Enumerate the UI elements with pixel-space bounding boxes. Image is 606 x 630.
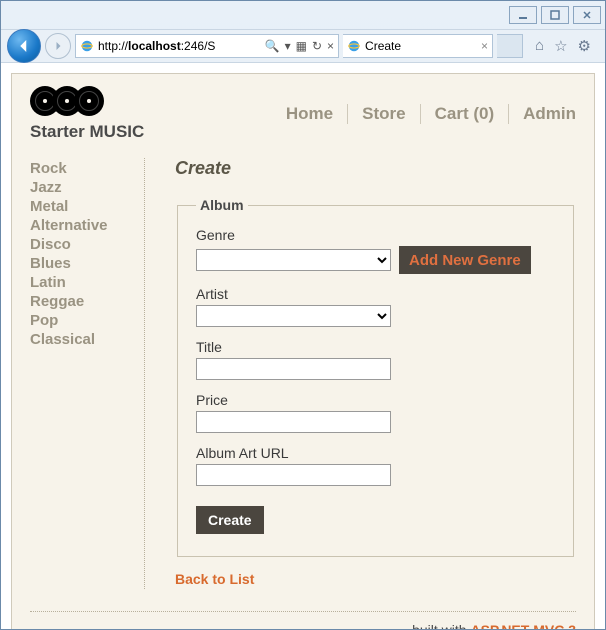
genre-link[interactable]: Metal [30,198,144,215]
window-minimize-button[interactable] [509,6,537,24]
compat-icon[interactable]: ▦ [296,39,307,53]
url-rest: :246/S [181,39,216,53]
genre-link[interactable]: Reggae [30,293,144,310]
home-icon[interactable]: ⌂ [535,37,544,55]
browser-window: http://localhost:246/S 🔍 ▾ ▦ ↻ × Create … [0,0,606,630]
genre-link[interactable]: Latin [30,274,144,291]
ie-icon [347,39,361,53]
search-icon[interactable]: 🔍 [265,39,280,53]
logo-block: Starter MUSIC [30,86,144,142]
browser-tab[interactable]: Create × [343,34,493,58]
footer-link[interactable]: ASP.NET MVC 3 [470,622,576,629]
field-title: Title [196,339,555,380]
art-url-input[interactable] [196,464,391,486]
nav-back-button[interactable] [7,29,41,63]
address-bar-icons: 🔍 ▾ ▦ ↻ × [265,39,334,53]
genre-link[interactable]: Disco [30,236,144,253]
url-prefix: http:// [98,39,128,53]
tools-icon[interactable]: ⚙ [578,37,591,55]
nav-home[interactable]: Home [272,104,348,124]
fieldset-legend: Album [196,197,248,213]
window-close-button[interactable] [573,6,601,24]
nav-cart[interactable]: Cart (0) [421,104,510,124]
album-fieldset: Album Genre Add New Genre Artist [177,197,574,557]
nav-store[interactable]: Store [348,104,420,124]
ie-icon [80,39,94,53]
label-genre: Genre [196,227,555,243]
page: Starter MUSIC Home Store Cart (0) Admin … [11,73,595,629]
body-content: Create Album Genre Add New Genre Artist [145,158,576,589]
tab-title: Create [365,39,401,53]
footer: built with ASP.NET MVC 3 [30,611,576,629]
url-host: localhost [128,39,181,53]
genre-sidenav: Rock Jazz Metal Alternative Disco Blues Latin R… [30,158,145,589]
site-header: Starter MUSIC Home Store Cart (0) Admin [30,86,576,142]
artist-select[interactable] [196,305,391,327]
field-price: Price [196,392,555,433]
back-to-list-link[interactable]: Back to List [175,571,254,587]
page-title: Create [175,158,576,179]
footer-prefix: built with [412,622,470,629]
new-tab-button[interactable] [497,34,523,58]
genre-select[interactable] [196,249,391,271]
brand-text: Starter MUSIC [30,122,144,142]
field-art-url: Album Art URL [196,445,555,486]
genre-link[interactable]: Pop [30,312,144,329]
add-genre-button[interactable]: Add New Genre [399,246,531,274]
title-input[interactable] [196,358,391,380]
address-bar[interactable]: http://localhost:246/S 🔍 ▾ ▦ ↻ × [75,34,339,58]
price-input[interactable] [196,411,391,433]
genre-link[interactable]: Rock [30,160,144,177]
browser-chrome-icons: ⌂ ☆ ⚙ [527,37,599,55]
tab-close-icon[interactable]: × [481,39,488,53]
field-artist: Artist [196,286,555,327]
favorites-icon[interactable]: ☆ [554,37,567,55]
refresh-icon[interactable]: ↻ [312,39,322,53]
genre-link[interactable]: Alternative [30,217,144,234]
address-text: http://localhost:246/S [98,39,261,53]
nav-forward-button[interactable] [45,33,71,59]
label-artist: Artist [196,286,555,302]
label-price: Price [196,392,555,408]
genre-link[interactable]: Blues [30,255,144,272]
dropdown-icon[interactable]: ▾ [285,39,291,53]
top-nav: Home Store Cart (0) Admin [272,104,576,124]
label-title: Title [196,339,555,355]
label-art-url: Album Art URL [196,445,555,461]
field-genre: Genre Add New Genre [196,227,555,274]
browser-toolbar: http://localhost:246/S 🔍 ▾ ▦ ↻ × Create … [1,29,605,63]
window-titlebar [1,1,605,29]
genre-link[interactable]: Jazz [30,179,144,196]
main-area: Rock Jazz Metal Alternative Disco Blues Latin R… [30,158,576,589]
stop-icon[interactable]: × [327,39,334,53]
create-button[interactable]: Create [196,506,264,534]
browser-viewport: Starter MUSIC Home Store Cart (0) Admin … [1,63,605,629]
logo-icon [30,86,144,116]
nav-admin[interactable]: Admin [509,104,576,124]
window-maximize-button[interactable] [541,6,569,24]
genre-link[interactable]: Classical [30,331,144,348]
